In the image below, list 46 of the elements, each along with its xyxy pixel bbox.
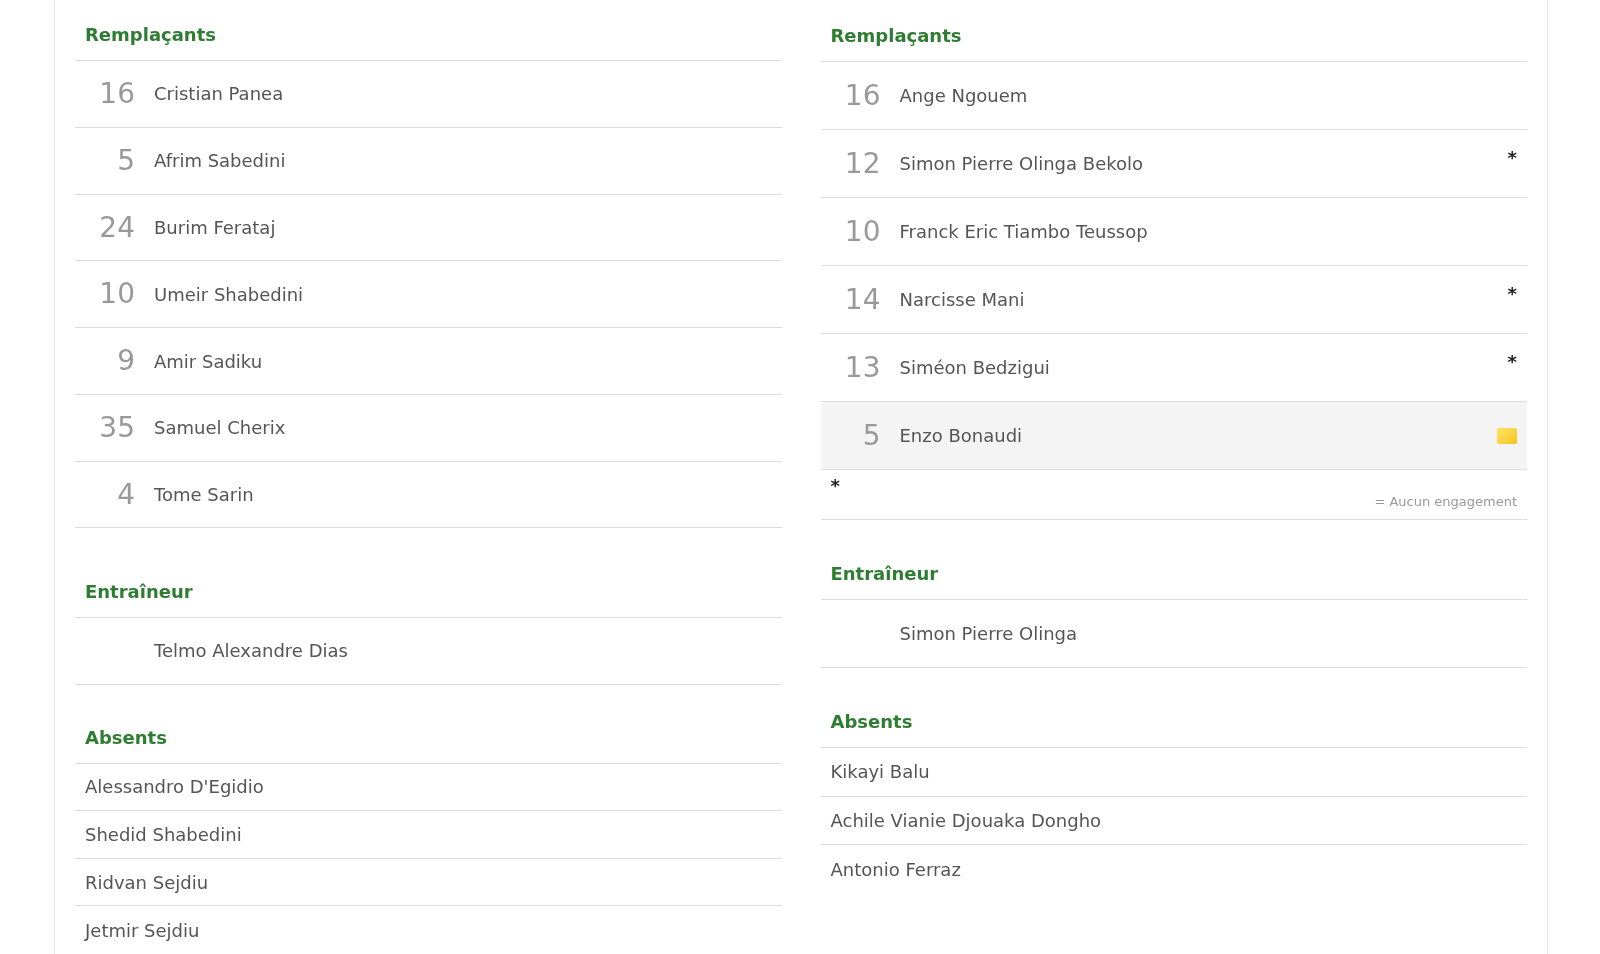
shirt-number: 16 <box>843 81 881 110</box>
player-name: Siméon Bedzigui <box>899 356 1050 380</box>
shirt-number: 9 <box>116 347 135 376</box>
coach-name: Simon Pierre Olinga <box>899 622 1078 646</box>
shirt-number: 12 <box>843 149 881 178</box>
shirt-number: 24 <box>98 213 135 242</box>
absent-player: Ridvan Sejdiu <box>85 870 209 895</box>
absent-player: Alessandro D'Egidio <box>85 775 264 800</box>
absent-player: Achile Vianie Djouaka Dongho <box>830 808 1102 833</box>
footnote-text: = Aucun engagement <box>1374 492 1517 511</box>
player-name: Franck Eric Tiambo Teussop <box>899 220 1148 244</box>
shirt-number: 5 <box>861 421 881 450</box>
section-heading: Entraîneur <box>85 580 193 604</box>
shirt-number: 10 <box>98 280 135 309</box>
player-name: Narcisse Mani <box>899 288 1025 312</box>
shirt-number: 5 <box>116 146 135 175</box>
player-name: Burim Ferataj <box>154 216 276 240</box>
player-name: Afrim Sabedini <box>154 149 286 174</box>
shirt-number: 16 <box>98 79 135 108</box>
absent-player: Antonio Ferraz <box>830 857 961 882</box>
player-name: Umeir Shabedini <box>154 282 304 307</box>
shirt-number: 14 <box>843 285 881 314</box>
player-name: Cristian Panea <box>154 82 284 107</box>
player-name: Tome Sarin <box>154 483 254 508</box>
player-name: Ange Ngouem <box>899 84 1028 108</box>
shirt-number: 10 <box>843 217 881 246</box>
section-heading: Remplaçants <box>830 24 962 48</box>
note-mark: * <box>1507 350 1517 374</box>
note-mark: * <box>830 474 840 498</box>
note-mark: * <box>1507 282 1517 306</box>
player-name: Samuel Cherix <box>154 416 286 441</box>
shirt-number: 13 <box>843 353 881 382</box>
shirt-number: 4 <box>116 480 135 509</box>
absent-player: Jetmir Sejdiu <box>85 918 200 943</box>
coach-name: Telmo Alexandre Dias <box>154 639 348 664</box>
player-name: Amir Sadiku <box>154 349 263 374</box>
section-heading: Entraîneur <box>830 562 939 586</box>
absent-player: Kikayi Balu <box>830 760 930 785</box>
player-name: Enzo Bonaudi <box>899 424 1023 448</box>
absent-player: Shedid Shabedini <box>85 823 242 847</box>
shirt-number: 35 <box>98 413 135 442</box>
player-name: Simon Pierre Olinga Bekolo <box>899 152 1143 176</box>
section-heading: Remplaçants <box>85 23 216 48</box>
section-heading: Absents <box>830 710 913 734</box>
section-heading: Absents <box>85 725 167 750</box>
note-mark: * <box>1507 146 1517 170</box>
